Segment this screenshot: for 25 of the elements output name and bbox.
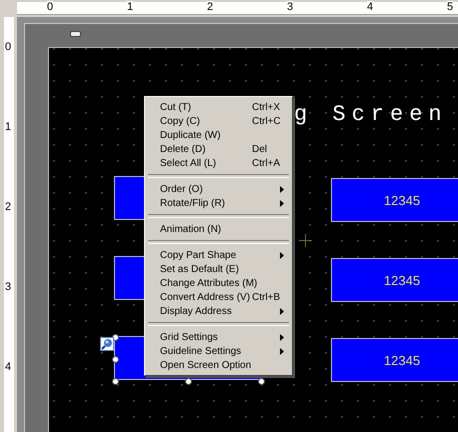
numeric-display[interactable]: 12345: [331, 338, 458, 382]
menu-item[interactable]: Display Address: [147, 304, 290, 318]
minimize-icon[interactable]: [70, 31, 81, 37]
screen-title: g Screen: [294, 101, 448, 129]
submenu-arrow-icon: [280, 308, 284, 315]
menu-item[interactable]: Order (O): [147, 182, 290, 196]
menu-item[interactable]: Copy Part Shape: [147, 248, 290, 262]
crosshair-icon: [299, 234, 312, 247]
menu-item[interactable]: Select All (L) Ctrl+A: [147, 156, 290, 170]
menu-item[interactable]: Change Attributes (M): [147, 276, 290, 290]
search-icon[interactable]: [100, 337, 114, 351]
menu-item[interactable]: Copy (C) Ctrl+C: [147, 114, 290, 128]
menu-item[interactable]: Convert Address (V) Ctrl+B: [147, 290, 290, 304]
menu-item[interactable]: Duplicate (W): [147, 128, 290, 142]
menu-item[interactable]: Cut (T) Ctrl+X: [147, 100, 290, 114]
menu-item[interactable]: Delete (D) Del: [147, 142, 290, 156]
menu-item[interactable]: Animation (N): [147, 222, 290, 236]
menu-item[interactable]: Guideline Settings: [147, 344, 290, 358]
numeric-display[interactable]: 12345: [331, 178, 458, 222]
menu-item[interactable]: Open Screen Option: [147, 358, 290, 372]
numeric-display[interactable]: 12345: [331, 258, 458, 302]
menu-item[interactable]: Rotate/Flip (R): [147, 196, 290, 210]
menu-item[interactable]: Grid Settings: [147, 330, 290, 344]
menu-item[interactable]: Set as Default (E): [147, 262, 290, 276]
submenu-arrow-icon: [280, 252, 284, 259]
